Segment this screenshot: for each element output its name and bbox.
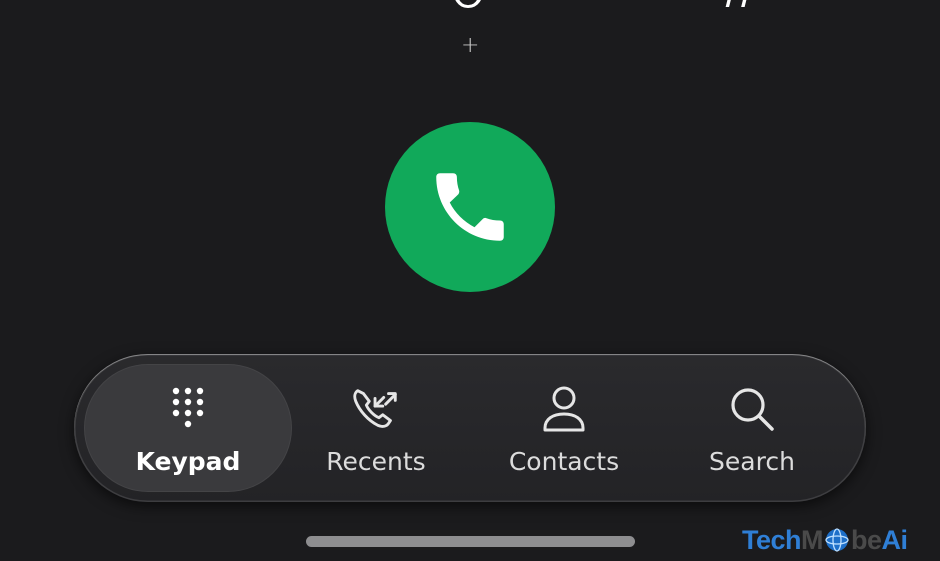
call-button[interactable]: [385, 122, 555, 292]
watermark-logo: Tech M be Ai: [742, 522, 908, 558]
keypad-grid-icon: [162, 383, 214, 435]
nav-tab-recents[interactable]: Recents: [282, 354, 470, 502]
person-icon: [538, 383, 590, 435]
home-indicator[interactable]: [306, 536, 635, 547]
watermark-text-tech: Tech: [742, 524, 802, 555]
nav-tab-search[interactable]: Search: [658, 354, 846, 502]
search-icon: [726, 383, 778, 435]
watermark-text-m: M: [801, 524, 824, 555]
nav-tab-keypad[interactable]: Keypad: [84, 364, 292, 492]
nav-tab-recents-label: Recents: [326, 446, 426, 476]
nav-tab-keypad-label: Keypad: [135, 446, 241, 476]
nav-tab-contacts[interactable]: Contacts: [470, 354, 658, 502]
globe-icon: [824, 527, 850, 553]
keypad-key-hash[interactable]: #: [712, 0, 771, 18]
watermark-text-be: be: [851, 524, 882, 555]
nav-tab-contacts-label: Contacts: [508, 446, 620, 476]
watermark-text-ai: Ai: [881, 524, 909, 555]
nav-tab-search-label: Search: [709, 446, 795, 476]
bottom-navigation-bar: Keypad Recents Contacts Search: [74, 354, 866, 502]
dialer-screen: 0 + # Keypad: [0, 0, 940, 561]
keypad-key-zero[interactable]: 0: [446, 0, 491, 18]
keypad-key-zero-plus-label: +: [461, 33, 480, 58]
phone-icon: [436, 173, 504, 241]
recents-call-icon: [350, 383, 402, 435]
